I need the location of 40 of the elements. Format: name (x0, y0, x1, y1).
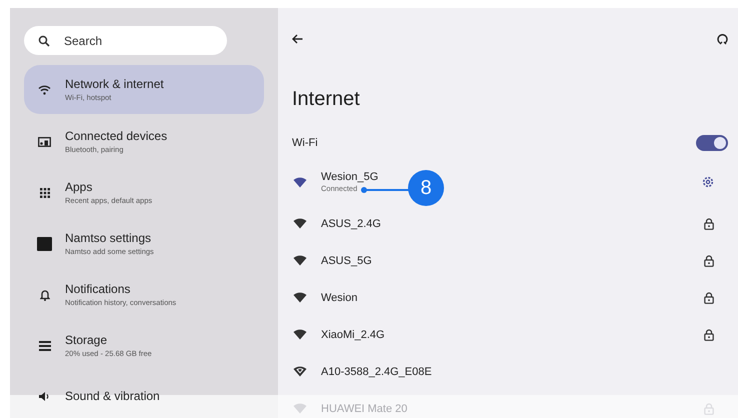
wifi-icon (38, 84, 51, 94)
nav-item[interactable]: Sound & vibration (24, 371, 264, 418)
callout-number: 8 (408, 170, 444, 206)
wifi-signal-icon (293, 366, 307, 377)
lock-icon (704, 328, 714, 340)
square-icon (37, 236, 52, 250)
network-name[interactable]: A10-3588_2.4G_E08E (321, 364, 432, 378)
apps-grid-icon (40, 188, 50, 198)
network-name[interactable]: Wesion_5G (321, 170, 378, 184)
network-name[interactable]: XiaoMi_2.4G (321, 328, 385, 342)
storage-icon (38, 340, 50, 350)
search-field[interactable]: Search (24, 26, 227, 55)
gear-icon[interactable] (702, 176, 714, 188)
nav-title: Network & internet (65, 76, 164, 92)
network-name[interactable]: Wesion (321, 290, 358, 304)
wifi-signal-icon (293, 403, 307, 414)
nav-title: Notifications (65, 282, 132, 296)
wifi-label: Wi-Fi (292, 137, 318, 149)
lock-icon (704, 218, 714, 230)
nav-title: Namtso settings (65, 230, 152, 246)
wifi-toggle[interactable] (696, 135, 728, 151)
bell-icon (40, 288, 50, 300)
wifi-signal-icon (293, 218, 307, 229)
nav-title: Apps (65, 180, 94, 194)
devices-icon (38, 136, 51, 146)
lock-icon (704, 402, 714, 414)
speaker-icon (38, 391, 51, 402)
network-name[interactable]: ASUS_5G (321, 254, 372, 268)
wifi-signal-icon (293, 176, 307, 188)
wifi-signal-icon (293, 329, 307, 340)
lock-icon (704, 254, 714, 266)
nav-title: Connected devices (65, 128, 168, 144)
back-arrow-icon[interactable] (292, 34, 303, 44)
wifi-signal-icon (293, 292, 307, 303)
page-title: Internet (292, 87, 361, 112)
nav-title: Storage (65, 332, 108, 348)
nav-title: Sound & vibration (65, 389, 160, 404)
network-name[interactable]: ASUS_2.4G (321, 216, 381, 230)
lock-icon (704, 292, 714, 304)
wifi-signal-icon (293, 255, 307, 266)
